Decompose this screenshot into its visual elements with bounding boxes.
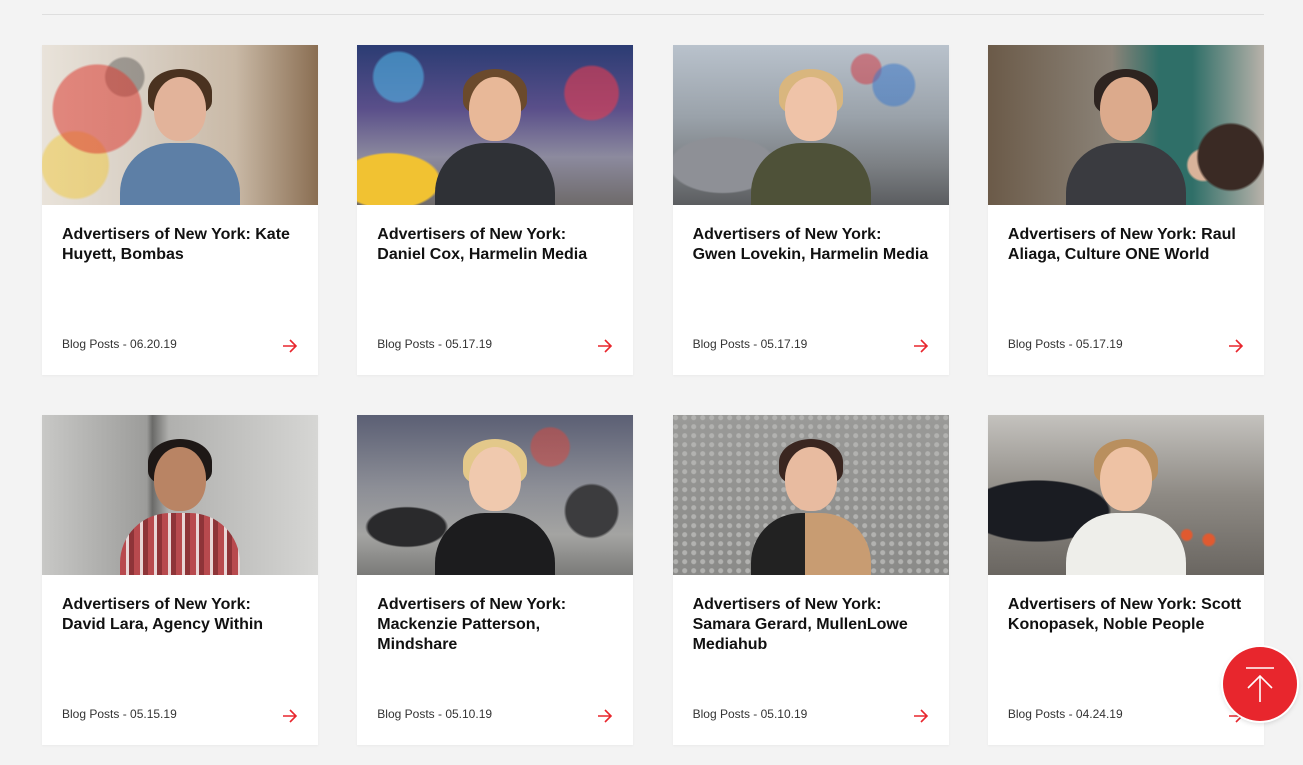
card-photo: [42, 45, 318, 205]
card-meta: Blog Posts - 04.24.19: [1007, 707, 1123, 721]
card-title[interactable]: Advertisers of New York: David Lara, Age…: [62, 595, 298, 635]
card-title[interactable]: Advertisers of New York: Kate Huyett, Bo…: [62, 225, 298, 265]
card-title[interactable]: Advertisers of New York: Samara Gerard, …: [693, 595, 929, 655]
arrow-right-icon[interactable]: [1228, 339, 1244, 353]
arrow-up-icon: [1246, 667, 1274, 702]
blog-card[interactable]: Advertisers of New York: David Lara, Age…: [42, 415, 318, 745]
blog-card[interactable]: Advertisers of New York: Mackenzie Patte…: [357, 415, 634, 745]
arrow-right-icon[interactable]: [913, 709, 929, 723]
blog-card-grid: Advertisers of New York: Kate Huyett, Bo…: [42, 45, 1264, 745]
scroll-to-top-button[interactable]: [1223, 647, 1297, 721]
card-meta: Blog Posts - 06.20.19: [62, 337, 177, 351]
blog-card[interactable]: Advertisers of New York: Gwen Lovekin, H…: [672, 45, 949, 375]
blog-card[interactable]: Advertisers of New York: Raul Aliaga, Cu…: [987, 45, 1264, 375]
card-meta: Blog Posts - 05.15.19: [62, 707, 177, 721]
blog-card[interactable]: Advertisers of New York: Samara Gerard, …: [672, 415, 949, 745]
card-meta: Blog Posts - 05.17.19: [377, 337, 493, 351]
section-divider: [42, 14, 1264, 15]
card-photo: [987, 415, 1264, 575]
card-title[interactable]: Advertisers of New York: Mackenzie Patte…: [377, 595, 613, 655]
card-meta: Blog Posts - 05.10.19: [692, 707, 808, 721]
card-photo: [42, 415, 318, 575]
card-title[interactable]: Advertisers of New York: Scott Konopasek…: [1008, 595, 1244, 635]
arrow-right-icon[interactable]: [282, 339, 298, 353]
card-photo: [672, 45, 949, 205]
card-title[interactable]: Advertisers of New York: Raul Aliaga, Cu…: [1008, 225, 1244, 265]
card-photo: [357, 45, 634, 205]
arrow-right-icon[interactable]: [282, 709, 298, 723]
card-photo: [357, 415, 634, 575]
arrow-right-icon[interactable]: [597, 709, 613, 723]
card-meta: Blog Posts - 05.17.19: [692, 337, 808, 351]
blog-card[interactable]: Advertisers of New York: Kate Huyett, Bo…: [42, 45, 318, 375]
card-title[interactable]: Advertisers of New York: Daniel Cox, Har…: [377, 225, 613, 265]
arrow-right-icon[interactable]: [597, 339, 613, 353]
blog-card[interactable]: Advertisers of New York: Daniel Cox, Har…: [357, 45, 634, 375]
card-photo: [672, 415, 949, 575]
card-meta: Blog Posts - 05.17.19: [1007, 337, 1123, 351]
card-meta: Blog Posts - 05.10.19: [377, 707, 493, 721]
card-title[interactable]: Advertisers of New York: Gwen Lovekin, H…: [693, 225, 929, 265]
card-photo: [987, 45, 1264, 205]
arrow-right-icon[interactable]: [913, 339, 929, 353]
blog-card[interactable]: Advertisers of New York: Scott Konopasek…: [987, 415, 1264, 745]
